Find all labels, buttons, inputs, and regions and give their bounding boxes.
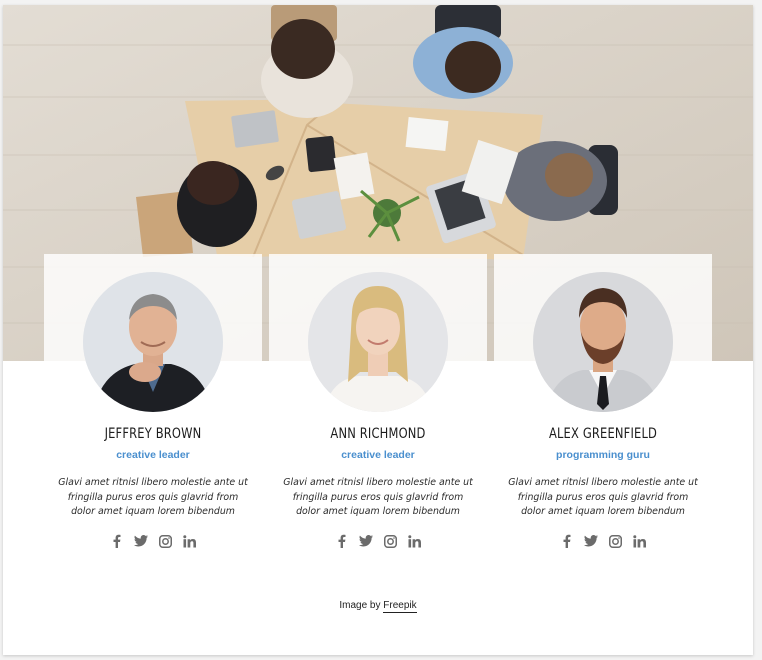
facebook-icon[interactable] <box>110 534 124 548</box>
freepik-link[interactable]: Freepik <box>383 600 417 613</box>
twitter-icon[interactable] <box>584 534 598 548</box>
avatar <box>533 272 673 412</box>
avatar <box>83 272 223 412</box>
instagram-icon[interactable] <box>383 534 397 548</box>
avatar <box>308 272 448 412</box>
member-role: programming guru <box>556 449 650 461</box>
twitter-icon[interactable] <box>359 534 373 548</box>
instagram-icon[interactable] <box>158 534 172 548</box>
credit-prefix: Image by <box>339 600 384 611</box>
team-cards: JEFFREY BROWN creative leader Glavi amet… <box>3 254 753 584</box>
social-links <box>44 534 262 548</box>
member-name: ANN RICHMOND <box>330 426 426 442</box>
member-role: creative leader <box>116 449 190 461</box>
member-name: ALEX GREENFIELD <box>548 426 658 442</box>
linkedin-icon[interactable] <box>182 534 196 548</box>
social-links <box>494 534 712 548</box>
team-card-jeffrey-brown: JEFFREY BROWN creative leader Glavi amet… <box>44 254 262 554</box>
member-name: JEFFREY BROWN <box>104 426 202 442</box>
social-links <box>269 534 487 548</box>
facebook-icon[interactable] <box>335 534 349 548</box>
page: JEFFREY BROWN creative leader Glavi amet… <box>3 5 753 655</box>
instagram-icon[interactable] <box>608 534 622 548</box>
linkedin-icon[interactable] <box>632 534 646 548</box>
team-card-alex-greenfield: ALEX GREENFIELD programming guru Glavi a… <box>494 254 712 554</box>
member-role: creative leader <box>341 449 415 461</box>
team-card-ann-richmond: ANN RICHMOND creative leader Glavi amet … <box>269 254 487 554</box>
member-bio: Glavi amet ritnisl libero molestie ante … <box>283 477 473 518</box>
member-bio: Glavi amet ritnisl libero molestie ante … <box>508 477 698 518</box>
image-credit: Image by Freepik <box>3 600 753 613</box>
member-bio: Glavi amet ritnisl libero molestie ante … <box>58 477 248 518</box>
facebook-icon[interactable] <box>560 534 574 548</box>
twitter-icon[interactable] <box>134 534 148 548</box>
linkedin-icon[interactable] <box>407 534 421 548</box>
